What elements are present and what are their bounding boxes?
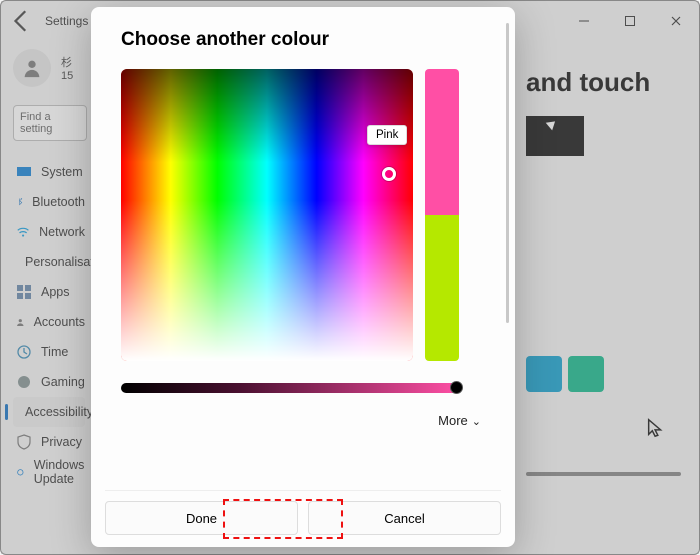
preview-swatch (425, 69, 459, 361)
color-tooltip: Pink (367, 125, 407, 145)
color-picker-dialog: Choose another colour Pink More ⌄ Done Ca… (91, 7, 515, 547)
preview-swatch-old (425, 215, 459, 361)
cancel-button[interactable]: Cancel (308, 501, 501, 535)
picker-ring[interactable] (382, 167, 396, 181)
luminance-slider[interactable] (121, 383, 459, 393)
color-gradient[interactable]: Pink (121, 69, 413, 361)
more-label: More (438, 413, 468, 428)
preview-swatch-new (425, 69, 459, 215)
done-button[interactable]: Done (105, 501, 298, 535)
chevron-down-icon: ⌄ (472, 416, 481, 428)
slider-knob[interactable] (450, 381, 463, 394)
dialog-scrollbar[interactable] (506, 23, 509, 323)
more-toggle[interactable]: More ⌄ (121, 413, 485, 428)
dialog-buttons: Done Cancel (105, 490, 501, 535)
dialog-title: Choose another colour (121, 29, 485, 51)
button-label: Cancel (384, 511, 424, 526)
button-label: Done (186, 511, 217, 526)
